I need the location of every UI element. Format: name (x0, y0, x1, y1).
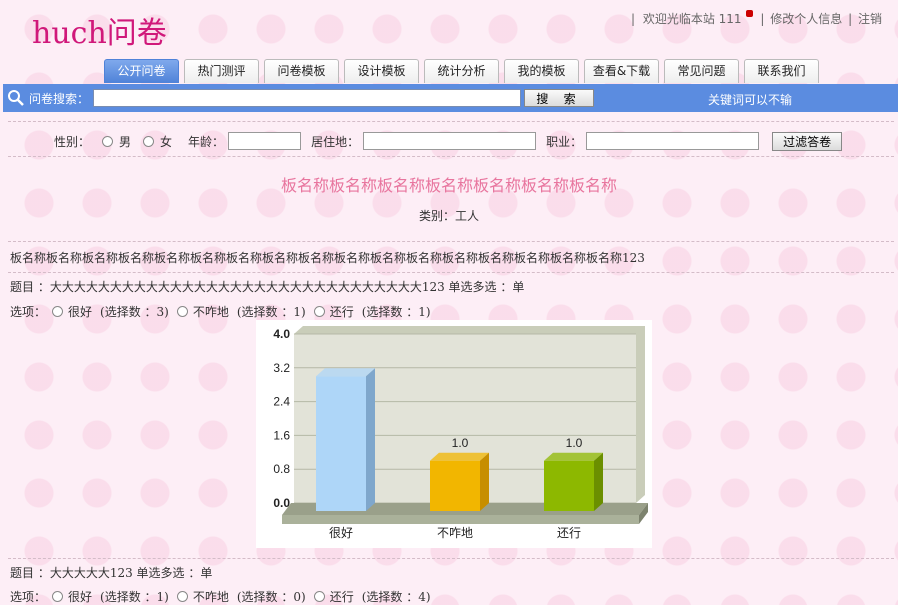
option-label: 很好 (68, 305, 93, 319)
options-label: 选项： (10, 305, 47, 319)
divider (8, 241, 894, 242)
age-label: 年龄： (188, 134, 225, 149)
x-tick-label: 很好 (329, 526, 353, 540)
option-count: (选择数 ：4) (361, 590, 431, 604)
question-title: 题目 ：大大大大大123 单选多选 ：单 (10, 566, 213, 580)
search-button[interactable]: 搜 索 (524, 89, 595, 107)
tab-survey-templates[interactable]: 问卷模板 (264, 59, 339, 83)
tab-view-download[interactable]: 查看&下载 (584, 59, 659, 83)
question-title: 题目 ：大大大大大大大大大大大大大大大大大大大大大大大大大大大大大大大123 单… (10, 280, 525, 294)
y-tick-label: 0.8 (273, 462, 290, 476)
option-label: 还行 (329, 590, 354, 604)
bar-side (480, 452, 489, 511)
gender-female-label: 女 (160, 134, 173, 149)
option-count: (选择数 ：1) (361, 305, 431, 319)
bar (544, 460, 594, 511)
option-radio[interactable] (176, 591, 188, 602)
divider (8, 156, 894, 157)
bar (316, 376, 366, 511)
tab-design-templates[interactable]: 设计模板 (344, 59, 419, 83)
gender-female-radio[interactable] (143, 135, 155, 147)
survey-description: 板名称板名称板名称板名称板名称板名称板名称板名称板名称板名称板名称板名称板名称板… (10, 251, 645, 265)
option-count: (选择数 ：3) (100, 305, 169, 319)
welcome-text: 欢迎光临本站 111 (642, 12, 742, 26)
option-radio[interactable] (52, 306, 64, 317)
bar (430, 460, 480, 511)
y-tick-label: 2.4 (273, 395, 290, 409)
option-count: (选择数 ：1) (100, 590, 169, 604)
logout-link[interactable]: 注销 (858, 12, 882, 26)
data-label: 1.0 (452, 436, 469, 450)
search-icon (8, 90, 24, 106)
option-radio[interactable] (176, 306, 188, 317)
y-tick-label: 4.0 (273, 327, 290, 341)
bar-top (544, 452, 603, 461)
residence-input[interactable] (363, 132, 537, 150)
option-label: 不咋地 (192, 305, 229, 319)
job-input[interactable] (586, 132, 760, 150)
option-count: (选择数 ：1) (236, 305, 306, 319)
gender-male-label: 男 (119, 134, 132, 149)
divider (8, 558, 894, 559)
question-options: 选项： 很好 (选择数 ：3) 不咋地 (选择数 ：1) 还行 (选择数 ：1) (10, 303, 439, 320)
tab-hot-reviews[interactable]: 热门测评 (184, 59, 259, 83)
filter-answers-button[interactable]: 过滤答卷 (772, 131, 843, 151)
divider (8, 272, 894, 273)
x-tick-label: 还行 (557, 526, 581, 540)
x-tick-label: 不咋地 (437, 526, 473, 540)
option-label: 不咋地 (192, 590, 229, 604)
bar-top (430, 452, 489, 461)
plot-floor-front (282, 515, 639, 524)
search-bar: 问卷搜索： 搜 索 关键词可以不输 (3, 84, 898, 112)
top-links: | 欢迎光临本站 111 | 修改个人信息 | 注销 (630, 10, 882, 26)
tab-faq[interactable]: 常见问题 (664, 59, 739, 83)
option-label: 很好 (68, 590, 93, 604)
options-label: 选项： (10, 590, 47, 604)
gender-label: 性别： (54, 134, 91, 149)
answer-filter: 性别： 男 女 年龄： 居住地： 职业： 过滤答卷 (54, 130, 843, 152)
option-count: (选择数 ：0) (236, 590, 306, 604)
results-bar-chart: 0.00.81.62.43.24.0很好1.0不咋地1.0还行 (256, 320, 652, 548)
option-radio[interactable] (52, 591, 64, 602)
residence-label: 居住地： (311, 134, 360, 149)
edit-profile-link[interactable]: 修改个人信息 (770, 12, 842, 26)
search-hint: 关键词可以不输 (708, 93, 793, 107)
option-label: 还行 (329, 305, 354, 319)
option-radio[interactable] (313, 306, 325, 317)
tab-public-surveys[interactable]: 公开问卷 (104, 59, 179, 83)
bar-side (366, 368, 375, 511)
question-options: 选项： 很好 (选择数 ：1) 不咋地 (选择数 ：0) 还行 (选择数 ：4) (10, 588, 439, 605)
main-nav-tabs: 公开问卷 热门测评 问卷模板 设计模板 统计分析 我的模板 查看&下载 常见问题… (104, 59, 819, 84)
tab-my-templates[interactable]: 我的模板 (504, 59, 579, 83)
brand-logo: huch问卷 (32, 16, 167, 51)
survey-title: 板名称板名称板名称板名称板名称板名称板名称 (280, 176, 617, 195)
gender-male-radio[interactable] (102, 135, 114, 147)
search-label: 问卷搜索： (29, 91, 90, 106)
tab-statistics[interactable]: 统计分析 (424, 59, 499, 83)
data-label: 1.0 (566, 436, 583, 450)
job-label: 职业： (546, 134, 583, 149)
option-radio[interactable] (313, 591, 325, 602)
new-badge-icon (745, 10, 753, 17)
bar-top (316, 368, 375, 377)
search-input[interactable] (93, 89, 522, 107)
bar-side (594, 452, 603, 511)
survey-category: 类别：工人 (418, 209, 479, 223)
tab-contact-us[interactable]: 联系我们 (744, 59, 819, 83)
y-tick-label: 1.6 (273, 428, 290, 442)
divider (8, 121, 894, 122)
age-input[interactable] (228, 132, 302, 150)
y-tick-label: 3.2 (273, 361, 290, 375)
